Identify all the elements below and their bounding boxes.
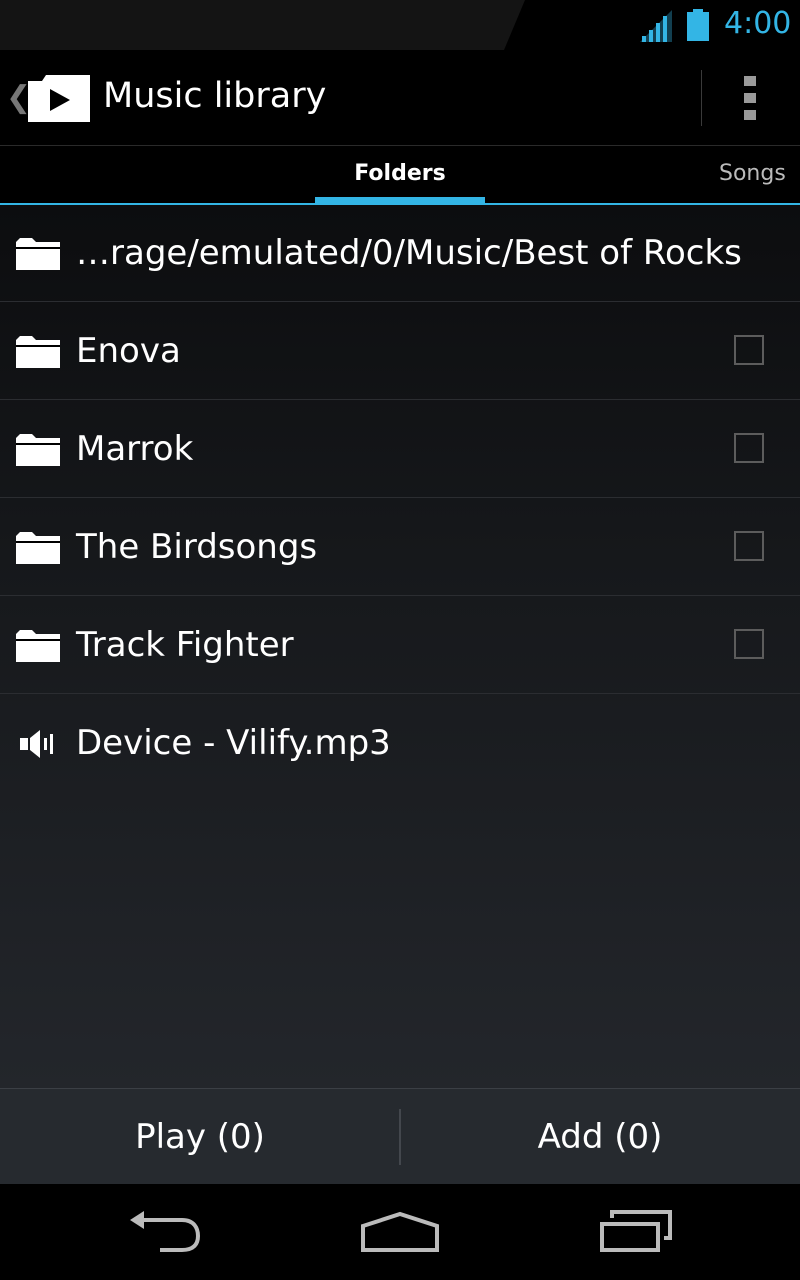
list-item-label: Marrok — [76, 429, 194, 469]
status-time: 4:00 — [724, 6, 792, 41]
item-checkbox[interactable] — [734, 531, 764, 561]
list-item-label: …rage/emulated/0/Music/Best of Rocks — [76, 233, 742, 273]
page-title: Music library — [103, 76, 327, 116]
list-item-label: Track Fighter — [76, 625, 294, 665]
navigation-bar — [0, 1184, 800, 1280]
action-bar: ❮ Music library — [0, 50, 800, 145]
list-item[interactable]: Device - Vilify.mp3 — [0, 695, 800, 792]
tab-songs[interactable]: Songs — [700, 146, 800, 204]
item-checkbox[interactable] — [734, 629, 764, 659]
play-button[interactable]: Play (0) — [0, 1089, 400, 1185]
folder-list[interactable]: …rage/emulated/0/Music/Best of Rocks Eno… — [0, 205, 800, 1088]
speaker-icon — [20, 730, 53, 758]
signal-icon — [640, 10, 672, 42]
list-item-label: The Birdsongs — [76, 527, 318, 567]
folder-icon — [16, 532, 60, 564]
item-checkbox[interactable] — [734, 433, 764, 463]
list-item[interactable]: The Birdsongs — [0, 499, 800, 596]
back-icon[interactable] — [128, 1208, 202, 1256]
list-item[interactable]: Marrok — [0, 401, 800, 498]
recents-icon[interactable] — [596, 1208, 676, 1256]
status-bar: 4:00 — [0, 0, 800, 50]
item-checkbox[interactable] — [734, 335, 764, 365]
play-app-icon[interactable] — [28, 75, 90, 122]
list-item-label: Enova — [76, 331, 181, 371]
bottom-button-bar: Play (0) Add (0) — [0, 1088, 800, 1184]
tab-folders[interactable]: Folders — [315, 146, 485, 204]
tab-bar: Folders Songs — [0, 145, 800, 205]
folder-icon — [16, 336, 60, 368]
folder-icon — [16, 238, 60, 270]
add-button[interactable]: Add (0) — [400, 1089, 800, 1185]
list-item[interactable]: Track Fighter — [0, 597, 800, 694]
folder-icon — [16, 630, 60, 662]
battery-icon — [687, 9, 709, 41]
status-bar-shade — [0, 0, 525, 50]
list-item[interactable]: Enova — [0, 303, 800, 400]
home-icon[interactable] — [360, 1208, 440, 1256]
list-item-label: Device - Vilify.mp3 — [76, 723, 391, 763]
action-bar-divider — [701, 70, 702, 126]
list-item[interactable]: …rage/emulated/0/Music/Best of Rocks — [0, 205, 800, 302]
folder-icon — [16, 434, 60, 466]
overflow-menu-icon[interactable] — [734, 74, 766, 122]
